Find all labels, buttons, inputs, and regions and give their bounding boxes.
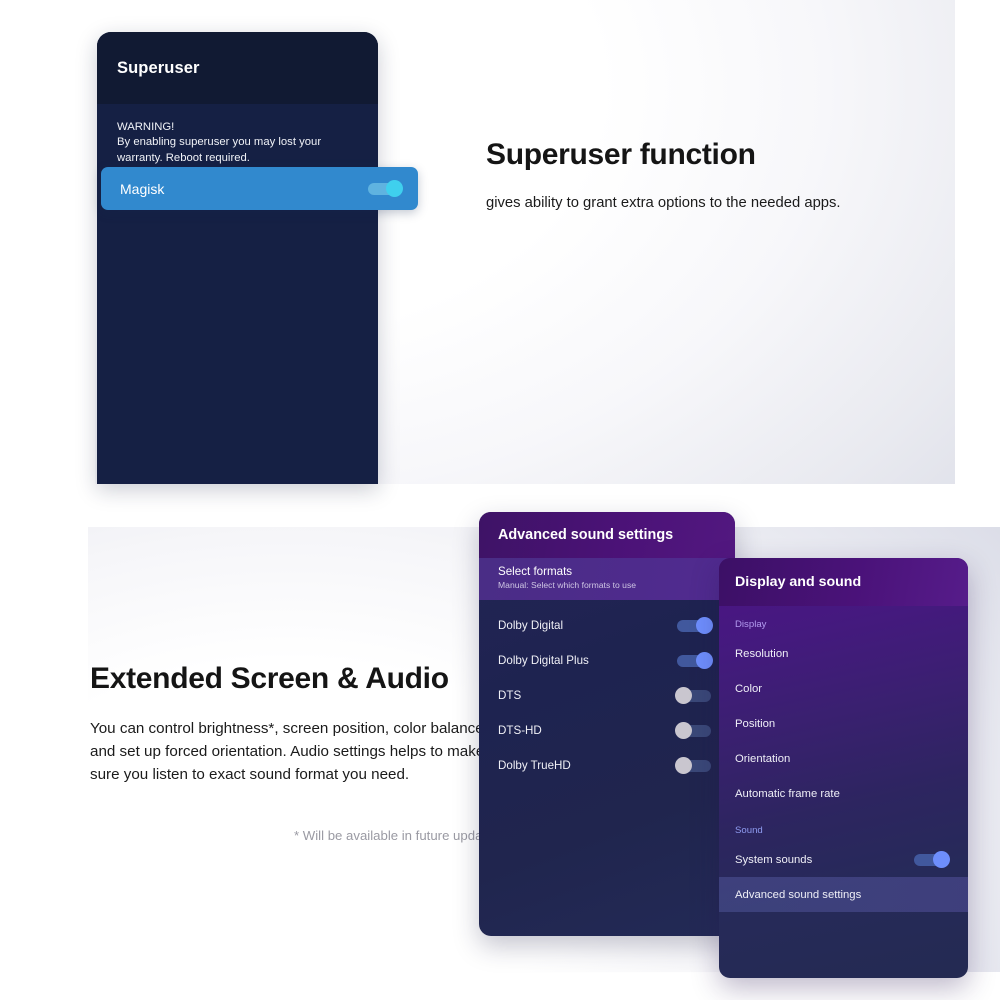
sound-item-advanced-sound-settings[interactable]: Advanced sound settings	[719, 877, 968, 913]
display-item-orientation[interactable]: Orientation	[719, 742, 968, 777]
advanced-sound-settings-panel: Advanced sound settings Select formats M…	[479, 512, 735, 936]
extended-screen-audio-heading: Extended Screen & Audio	[90, 662, 449, 695]
toggle-on-icon[interactable]	[677, 652, 713, 669]
extended-copy-block: Extended Screen & Audio You can control …	[90, 662, 510, 786]
sound-item-label: System sounds	[735, 853, 813, 866]
magisk-row[interactable]: Magisk	[101, 167, 418, 210]
toggle-off-icon[interactable]	[675, 722, 711, 739]
format-row-dts-hd[interactable]: DTS-HD	[479, 713, 735, 748]
display-item-position[interactable]: Position	[719, 707, 968, 742]
format-row-dolby-digital[interactable]: Dolby Digital	[479, 608, 735, 643]
display-item-label: Color	[735, 683, 762, 696]
format-label: DTS-HD	[498, 724, 542, 737]
sound-item-system-sounds[interactable]: System sounds	[719, 842, 968, 877]
superuser-warning-block: WARNING! By enabling superuser you may l…	[97, 104, 378, 166]
toggle-on-icon[interactable]	[914, 851, 950, 869]
format-label: Dolby TrueHD	[498, 759, 571, 772]
display-item-label: Resolution	[735, 648, 789, 661]
display-group-label: Display	[735, 619, 767, 630]
extended-screen-audio-paragraph: You can control brightness*, screen posi…	[90, 720, 485, 784]
advanced-sound-settings-header: Advanced sound settings	[479, 512, 735, 558]
toggle-off-icon[interactable]	[675, 687, 711, 704]
magisk-label: Magisk	[120, 180, 165, 197]
superuser-function-heading: Superuser function	[486, 138, 756, 171]
select-formats-title: Select formats	[498, 565, 573, 578]
superuser-title: Superuser	[117, 58, 200, 77]
display-item-resolution[interactable]: Resolution	[719, 637, 968, 672]
display-item-label: Automatic frame rate	[735, 788, 840, 801]
format-row-dts[interactable]: DTS	[479, 678, 735, 713]
superuser-copy-block: Superuser function gives ability to gran…	[486, 138, 906, 214]
select-formats-subtitle: Manual: Select which formats to use	[498, 579, 637, 590]
warning-title: WARNING!	[117, 121, 175, 133]
format-row-dolby-digital-plus[interactable]: Dolby Digital Plus	[479, 643, 735, 678]
select-formats-row[interactable]: Select formats Manual: Select which form…	[479, 558, 735, 600]
superuser-card-header: Superuser	[97, 32, 378, 104]
toggle-on-icon[interactable]	[677, 617, 713, 634]
format-row-dolby-truehd[interactable]: Dolby TrueHD	[479, 748, 735, 783]
format-label: Dolby Digital	[498, 619, 564, 632]
future-updates-footnote: * Will be available in future updates	[294, 828, 500, 843]
format-label: Dolby Digital Plus	[498, 654, 589, 667]
display-item-label: Orientation	[735, 753, 791, 766]
format-list: Dolby Digital Dolby Digital Plus DTS DTS…	[479, 600, 735, 783]
display-and-sound-panel: Display and sound Display Resolution Col…	[719, 558, 968, 978]
sound-group-label: Sound	[735, 824, 763, 836]
warning-body: By enabling superuser you may lost your …	[117, 136, 322, 164]
superuser-function-subheading: gives ability to grant extra options to …	[486, 195, 841, 211]
format-label: DTS	[498, 689, 522, 702]
superuser-card: Superuser WARNING! By enabling superuser…	[97, 32, 378, 484]
display-item-automatic-frame-rate[interactable]: Automatic frame rate	[719, 777, 968, 812]
advanced-sound-settings-title: Advanced sound settings	[498, 527, 674, 543]
display-and-sound-header: Display and sound	[719, 558, 968, 606]
display-item-label: Position	[735, 718, 776, 731]
toggle-off-icon[interactable]	[675, 757, 711, 774]
display-and-sound-title: Display and sound	[735, 574, 862, 590]
magisk-toggle-on-icon[interactable]	[368, 180, 403, 197]
sound-item-label: Advanced sound settings	[735, 888, 862, 901]
display-item-color[interactable]: Color	[719, 672, 968, 707]
